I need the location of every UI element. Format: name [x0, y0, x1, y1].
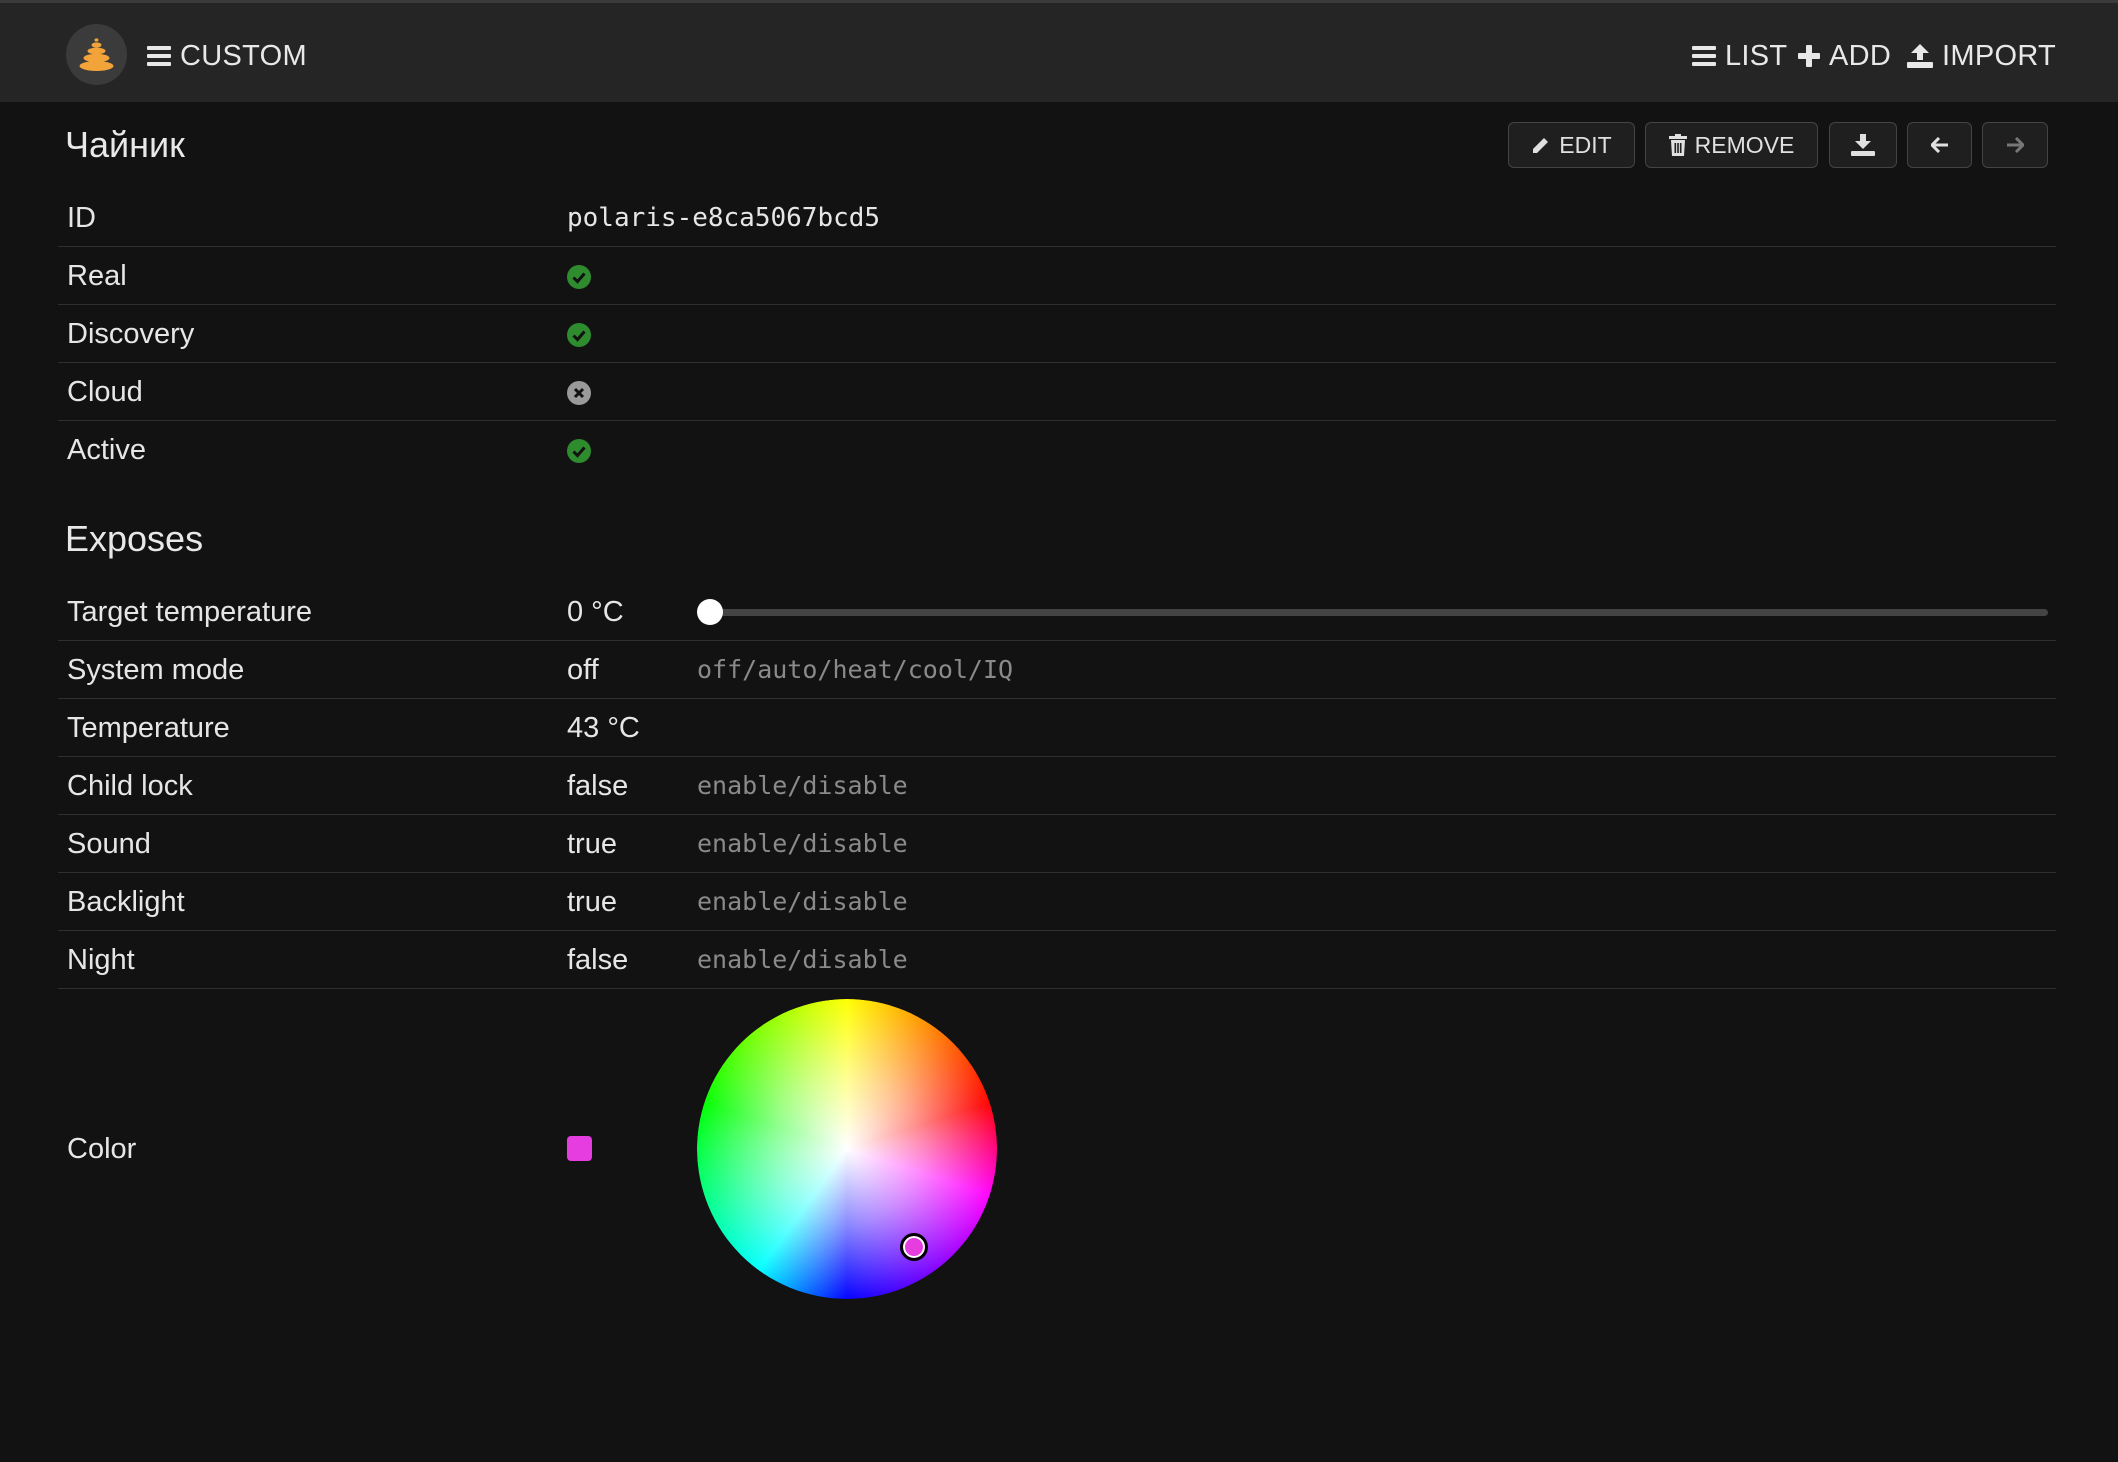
edit-button[interactable]: EDIT [1508, 122, 1635, 168]
next-device-button[interactable] [1982, 122, 2048, 168]
trash-icon [1668, 134, 1687, 156]
previous-device-button[interactable] [1907, 122, 1972, 168]
arrow-left-icon [1930, 137, 1948, 153]
expose-label: Night [67, 944, 135, 976]
info-label: Active [67, 434, 146, 466]
nav-import-label: IMPORT [1942, 39, 2057, 72]
expose-row-night: Night false enable/disable [58, 931, 2056, 989]
child-lock-toggle-options[interactable]: enable/disable [697, 757, 908, 815]
menu-custom[interactable]: CUSTOM [147, 36, 307, 76]
app-logo-icon[interactable] [66, 24, 127, 85]
info-label: Discovery [67, 318, 195, 350]
expose-row-sound: Sound true enable/disable [58, 815, 2056, 873]
exposes-heading: Exposes [65, 518, 204, 559]
plus-icon [1798, 45, 1820, 67]
arrow-right-icon [2007, 137, 2024, 153]
info-row-active: Active [58, 421, 2056, 479]
night-toggle-options[interactable]: enable/disable [697, 931, 908, 989]
expose-label: System mode [67, 654, 245, 686]
expose-value: false [567, 770, 629, 802]
x-circle-icon [567, 381, 591, 405]
info-row-discovery: Discovery [58, 305, 2056, 363]
expose-value: 43 °C [567, 712, 640, 744]
remove-button[interactable]: REMOVE [1645, 122, 1818, 168]
info-label: ID [67, 202, 96, 234]
check-circle-icon [567, 439, 591, 463]
expose-row-system-mode: System mode off off/auto/heat/cool/IQ [58, 641, 2056, 699]
expose-label: Sound [67, 828, 151, 860]
nav-add-label: ADD [1829, 39, 1892, 72]
nav-add-link[interactable]: ADD [1798, 36, 1891, 76]
device-id-value: polaris-e8ca5067bcd5 [567, 203, 881, 233]
edit-button-label: EDIT [1559, 131, 1612, 158]
expose-label: Temperature [67, 712, 230, 744]
target-temperature-slider-track[interactable] [700, 609, 2048, 616]
check-circle-icon [567, 265, 591, 289]
expose-label: Color [67, 1133, 137, 1165]
color-wheel-marker[interactable] [900, 1233, 928, 1261]
expose-label: Backlight [67, 886, 185, 918]
info-label: Cloud [67, 376, 143, 408]
expose-row-temperature: Temperature 43 °C [58, 699, 2056, 757]
check-circle-icon [567, 323, 591, 347]
info-label: Real [67, 260, 127, 292]
hamburger-icon [147, 46, 171, 66]
download-button[interactable] [1829, 122, 1897, 168]
info-row-cloud: Cloud [58, 363, 2056, 421]
expose-value: true [567, 828, 617, 860]
expose-row-backlight: Backlight true enable/disable [58, 873, 2056, 931]
target-temperature-slider-thumb[interactable] [697, 599, 723, 625]
expose-value: false [567, 944, 629, 976]
download-icon [1851, 134, 1875, 156]
color-wheel[interactable] [697, 999, 997, 1299]
device-title: Чайник [65, 124, 185, 165]
menu-custom-label: CUSTOM [180, 39, 307, 72]
info-row-real: Real [58, 247, 2056, 305]
color-swatch [567, 1136, 592, 1161]
pencil-icon [1533, 138, 1549, 153]
list-icon [1692, 46, 1716, 66]
nav-list-link[interactable]: LIST [1692, 36, 1787, 76]
expose-label: Target temperature [67, 596, 313, 628]
nav-import-link[interactable]: IMPORT [1907, 36, 2056, 76]
expose-value: off [567, 654, 599, 686]
upload-icon [1907, 44, 1933, 68]
sound-toggle-options[interactable]: enable/disable [697, 815, 908, 873]
top-navbar: CUSTOM LIST ADD IMPORT [0, 0, 2118, 102]
expose-value: true [567, 886, 617, 918]
expose-row-child-lock: Child lock false enable/disable [58, 757, 2056, 815]
expose-label: Child lock [67, 770, 193, 802]
expose-row-color: Color [58, 1120, 2056, 1178]
system-mode-options[interactable]: off/auto/heat/cool/IQ [697, 641, 1013, 699]
info-row-id: ID polaris-e8ca5067bcd5 [58, 189, 2056, 247]
nav-list-label: LIST [1725, 39, 1788, 72]
color-wheel-saturation [697, 999, 997, 1299]
expose-value: 0 °C [567, 596, 624, 628]
backlight-toggle-options[interactable]: enable/disable [697, 873, 908, 931]
remove-button-label: REMOVE [1694, 131, 1795, 158]
